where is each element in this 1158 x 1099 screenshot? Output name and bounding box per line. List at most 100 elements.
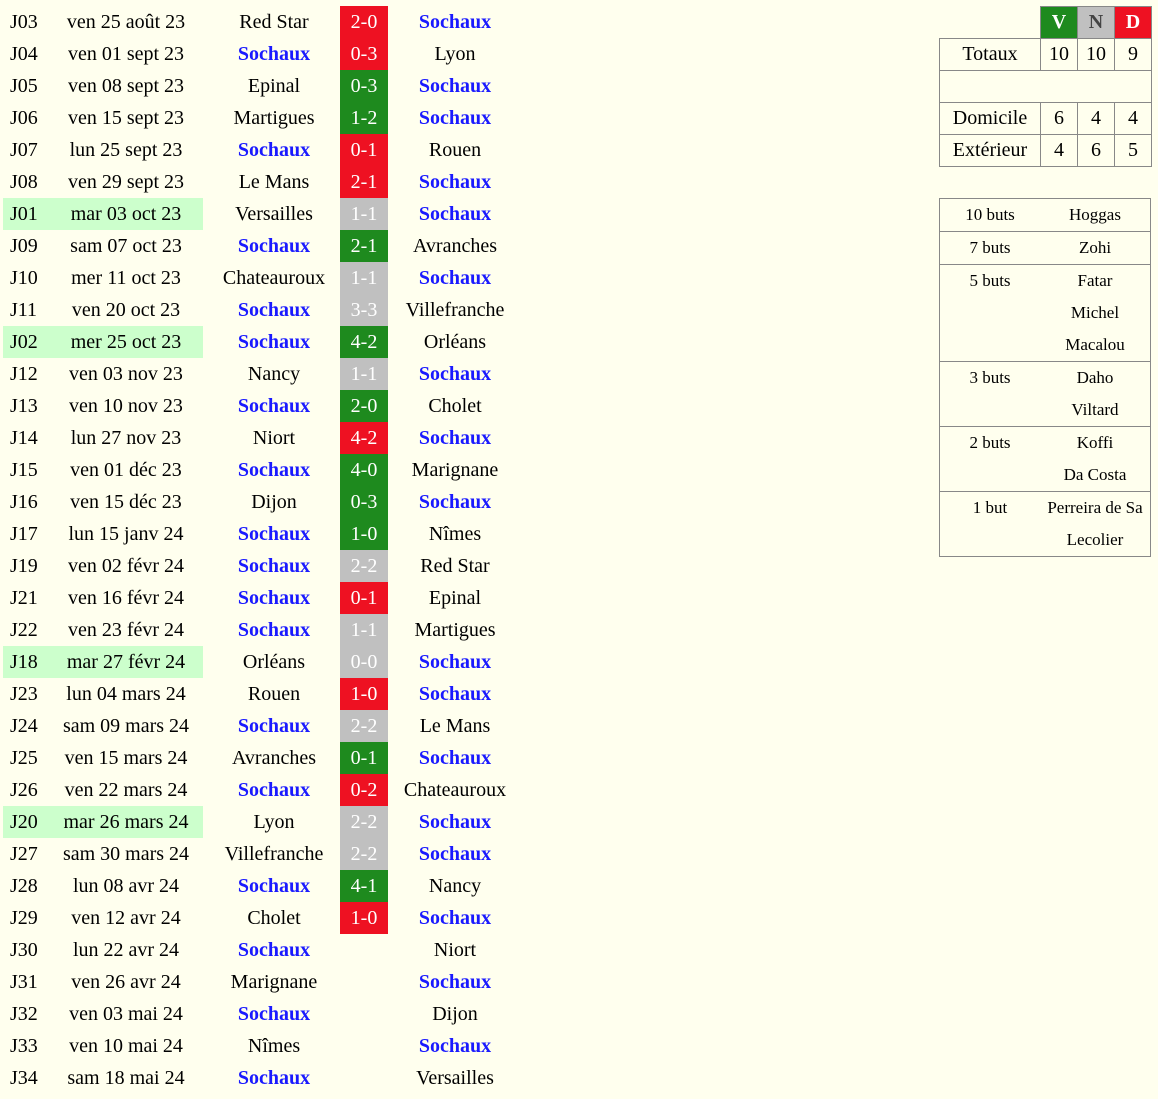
summary-spacer-row (939, 70, 1152, 103)
match-row: J23 lun 04 mars 24 Rouen 1-0 Sochaux (3, 678, 522, 710)
match-row: J01 mar 03 oct 23 Versailles 1-1 Sochaux (3, 198, 522, 230)
match-away-team: Avranches (412, 235, 498, 257)
match-home-team: Sochaux (237, 1067, 311, 1089)
scorer-group: 2 buts Koffi Da Costa (940, 427, 1150, 492)
match-home-team: Epinal (247, 75, 301, 97)
match-score: 2-2 (340, 806, 388, 838)
match-date: ven 01 déc 23 (70, 459, 182, 481)
match-away-team: Sochaux (418, 107, 492, 129)
match-date: mer 11 oct 23 (71, 267, 181, 289)
match-home-team: Chateauroux (222, 267, 326, 289)
scorer-line: 10 buts Hoggas (940, 199, 1150, 231)
match-home-team: Sochaux (237, 875, 311, 897)
match-score: 4-1 (340, 870, 388, 902)
away-v: 4 (1040, 134, 1078, 167)
match-score: 2-0 (340, 6, 388, 38)
match-round: J25 (10, 747, 38, 769)
match-row: J16 ven 15 déc 23 Dijon 0-3 Sochaux (3, 486, 522, 518)
match-row: J31 ven 26 avr 24 Marignane Sochaux (3, 966, 522, 998)
match-round: J04 (10, 43, 38, 65)
match-date: ven 03 mai 24 (69, 1003, 183, 1025)
match-row: J03 ven 25 août 23 Red Star 2-0 Sochaux (3, 6, 522, 38)
match-score: 1-0 (340, 678, 388, 710)
scorer-name: Daho (1076, 368, 1114, 387)
match-date: ven 12 avr 24 (71, 907, 181, 929)
scorer-line: Viltard (940, 394, 1150, 426)
match-away-team: Sochaux (418, 683, 492, 705)
match-date: ven 02 févr 24 (67, 555, 185, 577)
match-row: J20 mar 26 mars 24 Lyon 2-2 Sochaux (3, 806, 522, 838)
match-round: J16 (10, 491, 38, 513)
scorer-goals (940, 459, 1040, 491)
match-away-team: Le Mans (419, 715, 491, 737)
scorer-name: Hoggas (1069, 205, 1121, 224)
match-home-team: Rouen (247, 683, 301, 705)
scorer-line: Macalou (940, 329, 1150, 361)
scorer-goals: 1 but (972, 498, 1008, 517)
match-row: J33 ven 10 mai 24 Nîmes Sochaux (3, 1030, 522, 1062)
match-score: 1-1 (340, 262, 388, 294)
match-score (340, 1062, 388, 1094)
match-date: mar 03 oct 23 (49, 198, 203, 230)
scorer-group: 3 buts Daho Viltard (940, 362, 1150, 427)
match-date: lun 27 nov 23 (70, 427, 182, 449)
match-round: J28 (10, 875, 38, 897)
match-date: ven 22 mars 24 (64, 779, 188, 801)
match-round: J05 (10, 75, 38, 97)
summary-header-row: V N D (940, 6, 1152, 39)
match-round: J09 (10, 235, 38, 257)
match-row: J06 ven 15 sept 23 Martigues 1-2 Sochaux (3, 102, 522, 134)
fixtures-table: J03 ven 25 août 23 Red Star 2-0 Sochaux J04 ve… (3, 6, 522, 1094)
match-away-team: Chateauroux (403, 779, 507, 801)
match-round: J30 (10, 939, 38, 961)
scorer-line: Lecolier (940, 524, 1150, 556)
match-score: 1-1 (340, 614, 388, 646)
match-score: 0-3 (340, 70, 388, 102)
match-home-team: Cholet (247, 907, 301, 929)
match-home-team: Sochaux (237, 715, 311, 737)
match-score: 1-1 (340, 198, 388, 230)
match-date: ven 23 févr 24 (67, 619, 185, 641)
match-away-team: Dijon (432, 1003, 478, 1025)
scorer-line: Da Costa (940, 459, 1150, 491)
match-away-team: Sochaux (418, 11, 492, 33)
match-home-team: Nancy (247, 363, 301, 385)
summary-spacer (939, 70, 1152, 103)
match-row: J17 lun 15 janv 24 Sochaux 1-0 Nîmes (3, 518, 522, 550)
match-home-team: Dijon (251, 491, 297, 513)
match-home-team: Avranches (231, 747, 317, 769)
scorer-group: 5 buts Fatar Michel Macalou (940, 265, 1150, 362)
scorer-goals (940, 394, 1040, 426)
match-row: J05 ven 08 sept 23 Epinal 0-3 Sochaux (3, 70, 522, 102)
match-home-team: Red Star (239, 11, 309, 33)
match-away-team: Sochaux (418, 75, 492, 97)
scorer-name: Michel (1070, 303, 1120, 322)
scorer-goals: 3 buts (969, 368, 1011, 387)
scorer-goals: 2 buts (969, 433, 1011, 452)
match-home-team: Sochaux (237, 235, 311, 257)
match-date: ven 25 août 23 (66, 11, 186, 33)
match-score: 4-0 (340, 454, 388, 486)
match-round: J17 (10, 523, 38, 545)
match-score: 4-2 (340, 422, 388, 454)
match-row: J28 lun 08 avr 24 Sochaux 4-1 Nancy (3, 870, 522, 902)
scorer-line: Michel (940, 297, 1150, 329)
match-round: J19 (10, 555, 38, 577)
scorer-group: 1 but Perreira de Sa Lecolier (940, 492, 1150, 556)
match-home-team: Le Mans (238, 171, 310, 193)
match-away-team: Nîmes (428, 523, 482, 545)
match-score (340, 1030, 388, 1062)
match-away-team: Red Star (420, 555, 490, 577)
match-score (340, 966, 388, 998)
match-row: J26 ven 22 mars 24 Sochaux 0-2 Chateauroux (3, 774, 522, 806)
match-round: J23 (10, 683, 38, 705)
scorer-line: 1 but Perreira de Sa (940, 492, 1150, 524)
match-row: J04 ven 01 sept 23 Sochaux 0-3 Lyon (3, 38, 522, 70)
match-date: sam 09 mars 24 (62, 715, 190, 737)
scorer-name: Da Costa (1063, 465, 1127, 484)
scorer-name: Viltard (1071, 400, 1119, 419)
match-score: 0-3 (340, 486, 388, 518)
summary-away-row: Extérieur 4 6 5 (939, 134, 1152, 167)
match-round: J11 (10, 299, 38, 321)
match-date: lun 15 janv 24 (68, 523, 184, 545)
